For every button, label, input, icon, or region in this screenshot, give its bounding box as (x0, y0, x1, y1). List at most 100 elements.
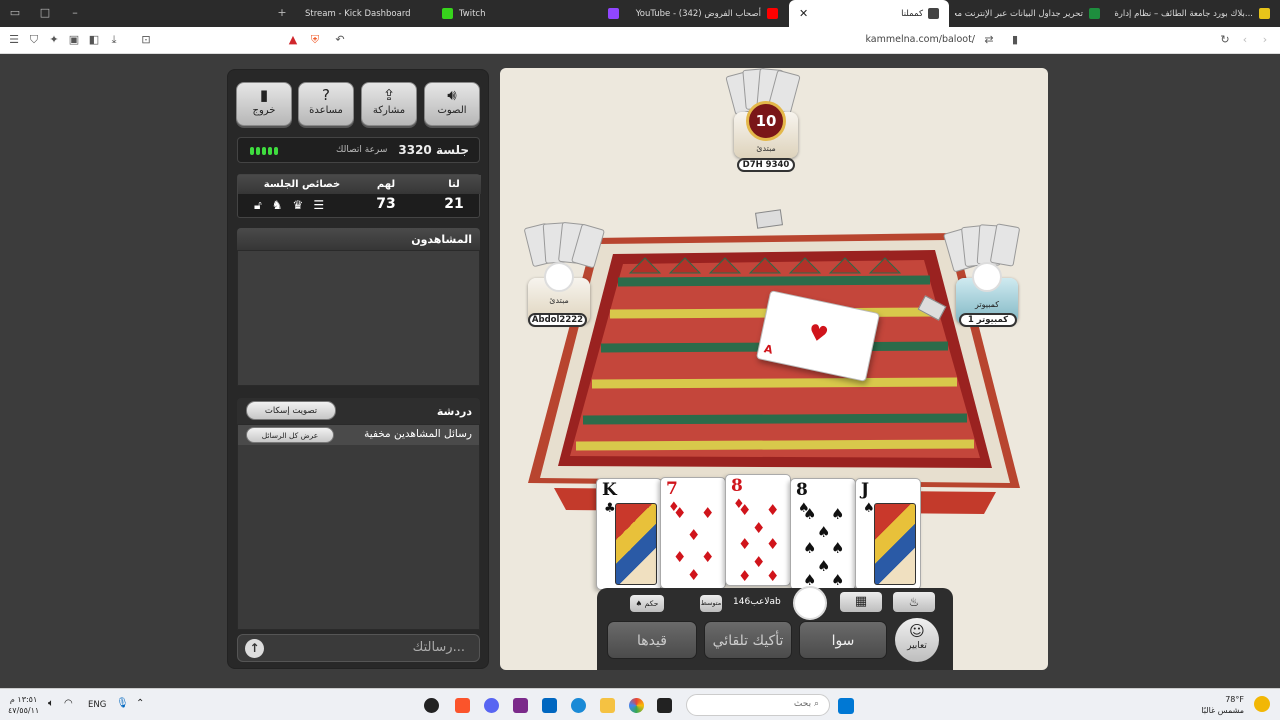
tab-icon[interactable]: ▣ (67, 33, 81, 47)
download-icon[interactable]: ⤓ (107, 33, 121, 47)
file-explorer-icon[interactable] (600, 698, 615, 713)
hokm-indicator: ♠ حكم (630, 595, 664, 612)
exit-button[interactable]: ▮ خروج (236, 82, 292, 126)
brave-icon[interactable] (455, 698, 470, 713)
weather-widget[interactable]: 78°F مشمس غالبًا (1201, 694, 1244, 716)
tab-kick[interactable]: Stream - Kick Dashboard (295, 0, 425, 27)
chat-input[interactable]: رسالتك... ↑ (237, 634, 480, 662)
left-player-avatar (544, 262, 574, 292)
obs-icon[interactable] (424, 698, 439, 713)
close-tab-icon[interactable]: ✕ (799, 7, 808, 20)
card-rank: 7 (666, 479, 678, 499)
reload-icon[interactable]: ↻ (1218, 33, 1232, 47)
search-icon: ⌕ (813, 699, 819, 709)
left-player-name-text: Abdol2222 (531, 315, 584, 325)
brave-shield-icon[interactable]: ⛨ (308, 33, 322, 47)
puzzle-icon[interactable]: ✦ (47, 33, 61, 47)
card-suit-icon: ♠ (863, 501, 875, 516)
tab-actions-icon[interactable]: ▭ (8, 6, 22, 20)
new-tab-icon[interactable]: + (275, 6, 289, 20)
help-label: مساعدة (309, 105, 343, 116)
lock-icon: 🔓︎ (254, 198, 262, 212)
timer-value: 10 (755, 112, 777, 130)
hand-card[interactable]: 8 ♠ ♠ ♠ ♠ ♠ ♠ ♠ ♠ ♠ (790, 478, 856, 590)
heart-icon: ♥ (805, 320, 831, 349)
fire-icon: ♨ (908, 595, 920, 609)
share-button[interactable]: ⇪ مشاركة (361, 82, 417, 126)
windows-start-icon[interactable] (838, 698, 854, 714)
session-props-label: خصائص الجلسة (263, 179, 341, 190)
edge-icon[interactable] (571, 698, 586, 713)
store-icon[interactable] (542, 698, 557, 713)
tab-kammelna[interactable]: ✕ كمملنا (789, 0, 949, 27)
hand-card[interactable]: K ♣ (596, 478, 662, 590)
gift-icon: ▦ (854, 594, 868, 609)
share-page-icon[interactable]: ↶ (333, 33, 347, 47)
url-field[interactable]: kammelna.com/baloot/ (780, 34, 975, 45)
volume-icon[interactable]: 🔈︎ (48, 698, 54, 709)
card-pip-icon: ♠ (803, 539, 817, 557)
share-label: مشاركة (372, 105, 406, 116)
help-button[interactable]: ? مساعدة (298, 82, 354, 126)
auto-confirm-button[interactable]: تأكيك تلقائي (704, 621, 792, 659)
page: ▮ خروج ? مساعدة ⇪ مشاركة 🔊︎ الصوت جلسة 3… (0, 54, 1280, 688)
hidden-messages-text: رسائل المشاهدين مخفية (364, 428, 472, 440)
youtube-icon (767, 8, 778, 19)
tray-chevron-icon[interactable]: ⌃ (136, 698, 144, 709)
send-arrow-icon[interactable]: ↑ (245, 639, 264, 658)
language-indicator[interactable]: ENG (88, 700, 106, 710)
face-card-art (874, 503, 916, 585)
sound-button[interactable]: 🔊︎ الصوت (424, 82, 480, 126)
mic-icon[interactable]: 🎙︎ (116, 698, 129, 709)
wifi-icon[interactable]: ◠ (64, 698, 73, 709)
card-pip-icon: ♠ (831, 571, 845, 589)
top-player-name[interactable]: D7H 9340 (737, 158, 795, 172)
game-app-icon[interactable] (513, 698, 528, 713)
tab-label: Stream - Kick Dashboard (305, 8, 411, 19)
brave-rewards-icon[interactable]: ▲ (286, 33, 300, 47)
taskbar-search[interactable]: ⌕ بحث (686, 694, 830, 716)
game-board: 10 مبتدئ D7H 9340 مبتدئ Abdol2222 كمبيوت… (500, 68, 1048, 670)
record-button[interactable]: قيدها (607, 621, 697, 659)
card-pip-icon: ♠ (831, 539, 845, 557)
discord-icon[interactable] (484, 698, 499, 713)
tab-list-icon[interactable]: □ (38, 6, 52, 20)
right-player-name[interactable]: كمبيوتر 1 (959, 313, 1017, 327)
session-title: جلسة 3320 (398, 143, 469, 157)
terminal-icon[interactable] (657, 698, 672, 713)
tab-blackboard[interactable]: بلاك بورد جامعة الطائف – نظام إدارة ال..… (1112, 0, 1280, 27)
tab-label: كمملنا (901, 8, 923, 19)
bookmark-icon[interactable]: ▮ (1008, 33, 1022, 47)
shield-icon[interactable]: ⛉ (27, 33, 41, 47)
tab-sheets[interactable]: تحرير جداول البيانات عبر الإنترنت مجاناً (955, 0, 1110, 27)
hand-card[interactable]: 8 ♦ ♦ ♦ ♦ ♦ ♦ ♦ ♦ ♦ (725, 474, 791, 586)
mute-vote-button[interactable]: تصويت إسكات (246, 401, 336, 420)
hand-card[interactable]: J ♠ (855, 478, 921, 590)
gift-button[interactable]: ▦ (840, 592, 882, 612)
back-icon[interactable]: › (1258, 33, 1272, 47)
site-settings-icon[interactable]: ⇄ (982, 33, 996, 47)
auto-confirm-label: تأكيك تلقائي (712, 633, 784, 649)
menu-icon[interactable]: ☰ (7, 33, 21, 47)
copilot-icon[interactable] (629, 698, 644, 713)
show-all-messages-button[interactable]: عرض كل الرسائل (246, 427, 334, 443)
taskbar: 78°F مشمس غالبًا ⌕ بحث ⌃ 🎙︎ ENG ◠ 🔈︎ ١٣:… (0, 688, 1280, 720)
forward-icon[interactable]: ‹ (1238, 33, 1252, 47)
minimize-icon[interactable]: – (68, 6, 82, 20)
clock[interactable]: ١٣:٥١ م ٤٧/٥٥/١١ (8, 694, 39, 716)
sawa-button[interactable]: سوا (799, 621, 887, 659)
search-placeholder: بحث (793, 699, 812, 709)
screenshot-icon[interactable]: ⊡ (139, 33, 153, 47)
expressions-button[interactable]: ☺ تعابير (895, 618, 939, 662)
tab-youtube[interactable]: YouTube - (342) أصحاب الفروض (598, 0, 788, 27)
chat-title: دردشة (436, 405, 472, 418)
tab-twitch[interactable]: Twitch (432, 0, 592, 27)
hand-card[interactable]: 7 ♦ ♦ ♦ ♦ ♦ ♦ ♦ (660, 477, 726, 589)
card-rank: K (602, 480, 617, 500)
card-pip-icon: ♦ (701, 548, 715, 566)
fire-button[interactable]: ♨ (893, 592, 935, 612)
sidebar-icon[interactable]: ◧ (87, 33, 101, 47)
left-player-name[interactable]: Abdol2222 (528, 313, 587, 327)
spectators-header: المشاهدون (237, 228, 480, 250)
sawa-label: سوا (831, 633, 855, 649)
